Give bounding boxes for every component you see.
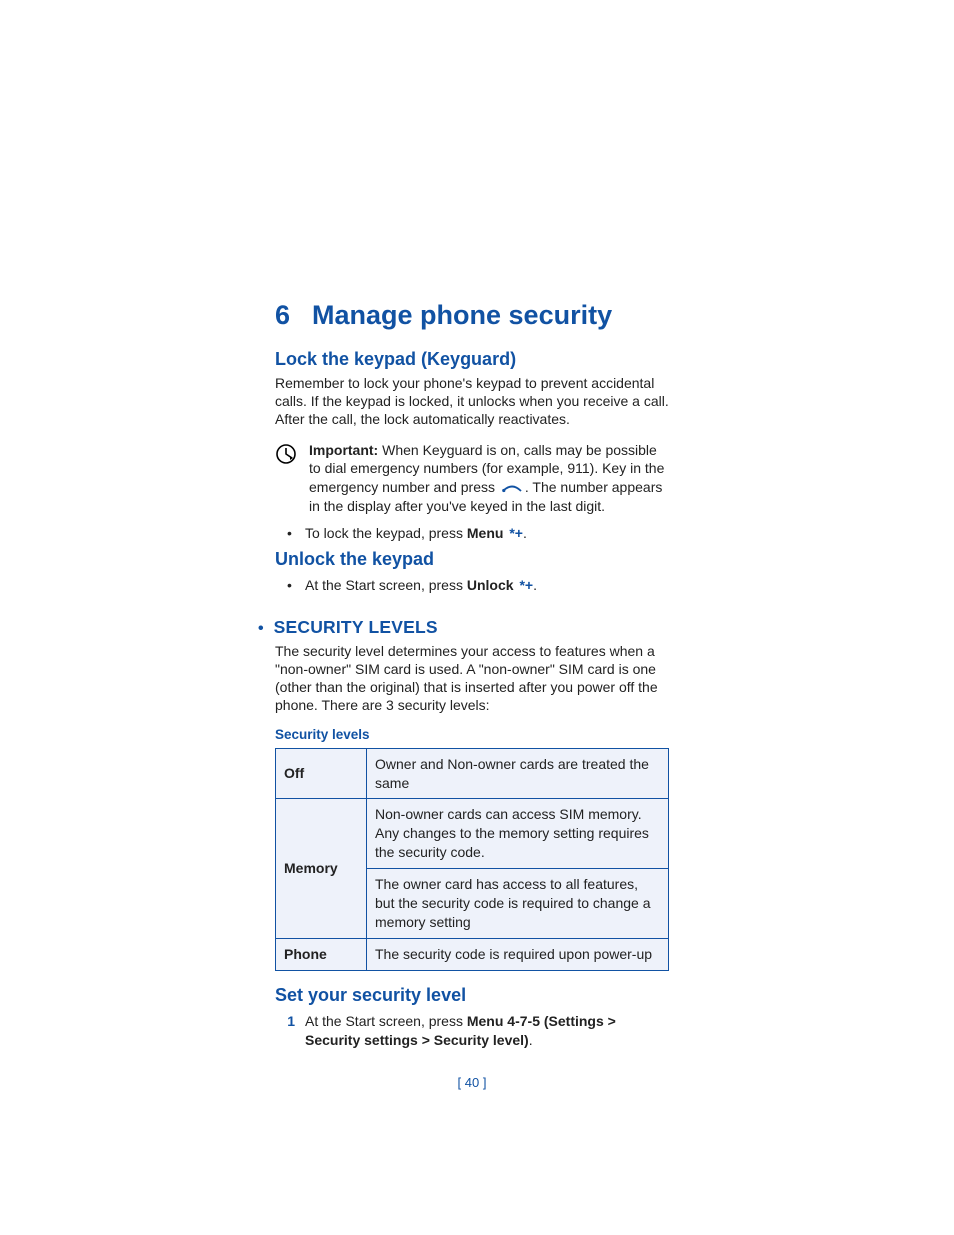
table-row: Phone The security code is required upon…: [276, 938, 669, 970]
table-security-levels: Off Owner and Non-owner cards are treate…: [275, 748, 669, 971]
star-key-icon: *+: [509, 525, 523, 541]
cell-level-memory-desc-2: The owner card has access to all feature…: [367, 869, 669, 939]
heading-set-security-level: Set your security level: [275, 985, 669, 1006]
cell-level-off-desc: Owner and Non-owner cards are treated th…: [367, 748, 669, 799]
heading-unlock-keypad: Unlock the keypad: [275, 549, 669, 570]
lock-steps-list: To lock the keypad, press Menu *+.: [275, 524, 669, 543]
set-level-step-1: 1 At the Start screen, press Menu 4-7-5 …: [275, 1012, 669, 1050]
section-bullet-icon: •: [258, 621, 264, 637]
important-label: Important:: [309, 442, 378, 458]
chapter-title: Manage phone security: [312, 300, 612, 331]
lock-step-before: To lock the keypad, press: [305, 525, 467, 541]
step-number: 1: [275, 1012, 295, 1031]
document-page: 6 Manage phone security Lock the keypad …: [0, 0, 954, 1150]
cell-level-off: Off: [276, 748, 367, 799]
heading-lock-keypad: Lock the keypad (Keyguard): [275, 349, 669, 370]
call-key-icon: [501, 479, 523, 495]
unlock-step-before: At the Start screen, press: [305, 577, 467, 593]
unlock-step-after: .: [533, 577, 537, 593]
unlock-steps-list: At the Start screen, press Unlock *+.: [275, 576, 669, 595]
chapter-number: 6: [275, 300, 290, 331]
paragraph-lock-intro: Remember to lock your phone's keypad to …: [275, 374, 669, 429]
unlock-step-1: At the Start screen, press Unlock *+.: [275, 576, 669, 595]
cell-level-phone: Phone: [276, 938, 367, 970]
menu-key-label: Menu: [467, 525, 504, 541]
set-level-steps: 1 At the Start screen, press Menu 4-7-5 …: [275, 1012, 669, 1050]
unlock-key-label: Unlock: [467, 577, 514, 593]
lock-step-after: .: [523, 525, 527, 541]
cell-level-memory-desc-1: Non-owner cards can access SIM memory. A…: [367, 799, 669, 869]
table-row: Memory Non-owner cards can access SIM me…: [276, 799, 669, 869]
important-callout: Important: When Keyguard is on, calls ma…: [275, 441, 669, 517]
paragraph-levels-intro: The security level determines your acces…: [275, 642, 669, 715]
important-icon: [275, 443, 297, 517]
table-caption-security-levels: Security levels: [275, 727, 669, 742]
star-key-icon: *+: [519, 577, 533, 593]
lock-step-1: To lock the keypad, press Menu *+.: [275, 524, 669, 543]
section-security-levels: • SECURITY LEVELS: [258, 617, 669, 638]
step-before: At the Start screen, press: [305, 1013, 467, 1029]
cell-level-phone-desc: The security code is required upon power…: [367, 938, 669, 970]
important-text: Important: When Keyguard is on, calls ma…: [309, 441, 669, 517]
chapter-heading: 6 Manage phone security: [275, 300, 669, 331]
section-title-security-levels: SECURITY LEVELS: [274, 617, 438, 638]
cell-level-memory: Memory: [276, 799, 367, 938]
table-row: Off Owner and Non-owner cards are treate…: [276, 748, 669, 799]
step-after: .: [529, 1032, 533, 1048]
page-number: [ 40 ]: [275, 1075, 669, 1090]
